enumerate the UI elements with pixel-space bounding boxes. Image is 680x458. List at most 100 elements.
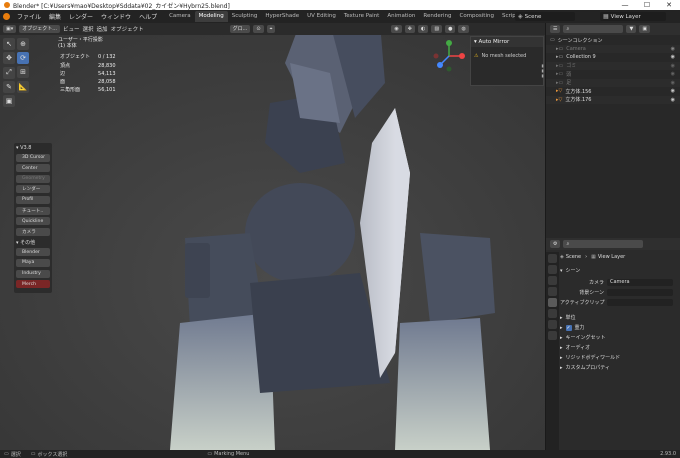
tab-sculpting[interactable]: Sculpting	[228, 11, 262, 22]
visibility-eye-icon[interactable]: ◉	[671, 54, 675, 60]
scene-collection-row[interactable]: ▭ シーンコレクション	[546, 36, 680, 45]
menu-file[interactable]: ファイル	[13, 12, 45, 21]
profil-button[interactable]: Profil	[16, 195, 50, 204]
center-button[interactable]: Center	[16, 164, 50, 173]
outliner-row-cube156[interactable]: ▸▽ 立方体.156 ◉	[546, 87, 680, 96]
tab-modeling[interactable]: Modeling	[194, 11, 228, 22]
outliner-row-cube176[interactable]: ▸▽ 立方体.176 ◉	[546, 95, 680, 104]
gizmo-toggle-icon[interactable]: ✥	[404, 25, 415, 33]
shading-solid-icon[interactable]: ●	[445, 25, 456, 33]
menu-window[interactable]: ウィンドウ	[97, 12, 135, 21]
snap-icon[interactable]: ⌖	[266, 25, 276, 33]
tab-texture-paint[interactable]: Texture Paint	[340, 11, 384, 22]
tab-uv-editing[interactable]: UV Editing	[303, 11, 340, 22]
properties-editor-icon[interactable]: ⚙	[550, 240, 561, 248]
menu-view[interactable]: ビュー	[63, 25, 80, 33]
outliner-row-collection9[interactable]: ▸▭ Collection 9 ◉	[546, 53, 680, 62]
annotate-icon[interactable]: ✎	[3, 80, 15, 93]
new-collection-icon[interactable]: ▣	[639, 25, 651, 33]
quickline-button[interactable]: Quickline	[16, 217, 50, 226]
visibility-icon[interactable]: ◉	[391, 25, 402, 33]
select-box-icon[interactable]: ↖	[3, 38, 15, 50]
keying-sets-section[interactable]: ▸ キーイングセット	[560, 333, 680, 342]
menu-select[interactable]: 選択	[83, 25, 94, 33]
transform-icon[interactable]: ⊞	[17, 66, 29, 78]
tab-compositing[interactable]: Compositing	[455, 11, 497, 22]
gravity-section[interactable]: ▸ ✓ 重力	[560, 323, 680, 332]
blender-menu-icon[interactable]	[3, 13, 10, 20]
visibility-eye-icon[interactable]: ◉	[671, 63, 675, 69]
camera-button[interactable]: カメラ	[16, 227, 50, 236]
texture-tab-icon[interactable]	[548, 331, 557, 340]
menu-object[interactable]: オブジェクト	[111, 25, 144, 33]
tab-hypershade[interactable]: HyperShade	[261, 11, 303, 22]
add-cube-icon[interactable]: ▣	[3, 94, 15, 107]
pivot-icon[interactable]: ⊙	[253, 25, 264, 33]
maximize-button[interactable]: ☐	[636, 0, 658, 10]
measure-icon[interactable]: 📐	[17, 80, 29, 93]
menu-add[interactable]: 追加	[97, 25, 108, 33]
auto-mirror-header[interactable]: ▾ Auto Mirror	[471, 37, 543, 47]
scale-icon[interactable]: ⤢	[3, 66, 15, 79]
scene-tab-icon[interactable]	[548, 298, 557, 307]
n-panel-tabs[interactable]: ▮▮▮	[536, 63, 545, 113]
minimize-button[interactable]: —	[614, 0, 636, 10]
cursor-icon[interactable]: ⊕	[17, 38, 29, 50]
blender-keymap-button[interactable]: Blender	[16, 248, 50, 257]
custom-props-section[interactable]: ▸ カスタムプロパティ	[560, 363, 680, 372]
tutorial-button[interactable]: チュート..	[16, 206, 50, 215]
collection-tab-icon[interactable]	[548, 320, 557, 329]
view-layer-tab-icon[interactable]	[548, 287, 557, 296]
visibility-eye-icon[interactable]: ◉	[671, 97, 675, 103]
outliner-row-trash[interactable]: ▸▭ ゴミ ◉	[546, 61, 680, 70]
tab-animation[interactable]: Animation	[383, 11, 419, 22]
close-button[interactable]: ✕	[658, 0, 680, 10]
audio-section[interactable]: ▸ オーディオ	[560, 343, 680, 352]
outliner-row-camera[interactable]: ▸▭ Camera ◉	[546, 44, 680, 53]
menu-edit[interactable]: 編集	[45, 12, 65, 21]
world-tab-icon[interactable]	[548, 309, 557, 318]
properties-search-icon[interactable]: ⌕	[563, 240, 644, 248]
transform-orientation-dropdown[interactable]: グロ...	[229, 25, 251, 33]
scene-section-header[interactable]: ▾ シーン	[560, 266, 680, 275]
geometry-button[interactable]: Geometry	[16, 174, 50, 183]
render-button[interactable]: レンダー	[16, 185, 50, 194]
output-tab-icon[interactable]	[548, 276, 557, 285]
bg-scene-field[interactable]	[607, 289, 673, 296]
visibility-eye-icon[interactable]: ◉	[671, 71, 675, 77]
rigid-body-section[interactable]: ▸ リジッドボディワールド	[560, 353, 680, 362]
menu-render[interactable]: レンダー	[65, 12, 97, 21]
other-header[interactable]: ▾ その他	[16, 239, 50, 246]
filter-icon[interactable]: ▼	[626, 25, 637, 33]
merch-button[interactable]: Merch	[16, 280, 50, 289]
units-section[interactable]: ▸ 単位	[560, 313, 680, 322]
overlay-icon[interactable]: ◐	[417, 25, 429, 33]
xray-icon[interactable]: ▨	[431, 25, 443, 33]
scene-selector[interactable]: ◈ Scene	[515, 12, 575, 21]
tab-camera[interactable]: Camera	[165, 11, 195, 22]
editor-type-button[interactable]: ▣▾	[3, 25, 17, 33]
3d-viewport[interactable]: ▣▾ オブジェクト... ビュー 選択 追加 オブジェクト グロ... ⊙ ⌖ …	[0, 23, 545, 450]
tool-tab-icon[interactable]	[548, 254, 557, 263]
navigation-gizmo[interactable]	[432, 39, 466, 73]
mode-dropdown[interactable]: オブジェクト...	[19, 25, 61, 33]
shading-material-icon[interactable]: ◍	[458, 25, 469, 33]
gravity-checkbox[interactable]: ✓	[565, 324, 572, 331]
menu-help[interactable]: ヘルプ	[135, 12, 161, 21]
visibility-eye-icon[interactable]: ◉	[671, 88, 675, 94]
visibility-eye-icon[interactable]: ◉	[671, 46, 675, 52]
outliner-row-legs[interactable]: ▸▭ 足 ◉	[546, 78, 680, 87]
panel-header[interactable]: ▾ V3.8	[16, 145, 50, 151]
outliner-editor-icon[interactable]: ☰	[550, 25, 561, 33]
3d-cursor-button[interactable]: 3D Cursor	[16, 153, 50, 162]
outliner-row-head[interactable]: ▸▭ 頭 ◉	[546, 70, 680, 79]
tab-rendering[interactable]: Rendering	[419, 11, 455, 22]
render-tab-icon[interactable]	[548, 265, 557, 274]
move-icon[interactable]: ✥	[3, 52, 15, 64]
visibility-eye-icon[interactable]: ◉	[671, 80, 675, 86]
industry-keymap-button[interactable]: Industry	[16, 269, 50, 278]
maya-keymap-button[interactable]: Maya	[16, 258, 50, 267]
outliner-search-icon[interactable]: ⌕	[563, 25, 624, 33]
active-clip-field[interactable]	[607, 299, 673, 306]
view-layer-selector[interactable]: ▦ View Layer	[600, 12, 666, 21]
